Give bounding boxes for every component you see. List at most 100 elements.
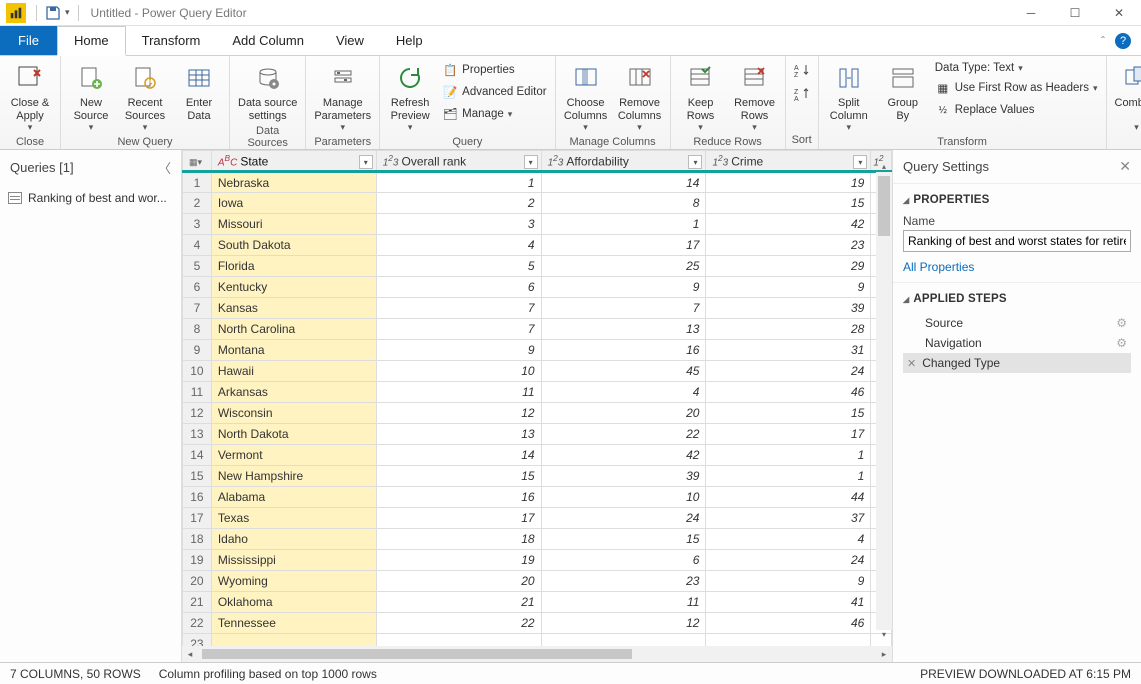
refresh-preview-button[interactable]: Refresh Preview▾: [386, 60, 434, 135]
horizontal-scrollbar[interactable]: ◂ ▸: [182, 646, 892, 662]
row-index[interactable]: 16: [183, 487, 212, 508]
cell-crime[interactable]: 24: [706, 361, 871, 382]
cell-overall-rank[interactable]: 10: [376, 361, 541, 382]
new-source-button[interactable]: New Source▾: [67, 60, 115, 135]
vertical-scrollbar[interactable]: ▴ ▾: [876, 172, 892, 630]
cell-state[interactable]: Idaho: [211, 529, 376, 550]
table-row[interactable]: 12 Wisconsin 12 20 15: [183, 403, 892, 424]
row-index[interactable]: 18: [183, 529, 212, 550]
row-index[interactable]: 19: [183, 550, 212, 571]
cell-affordability[interactable]: 1: [541, 214, 706, 235]
cell-overall-rank[interactable]: 4: [376, 235, 541, 256]
cell-crime[interactable]: 31: [706, 340, 871, 361]
cell-crime[interactable]: 9: [706, 571, 871, 592]
scroll-right-icon[interactable]: ▸: [876, 649, 892, 660]
replace-values-button[interactable]: ½Replace Values: [933, 100, 1100, 120]
column-filter-icon[interactable]: ▾: [853, 155, 867, 169]
manage-parameters-button[interactable]: Manage Parameters▾: [312, 60, 373, 135]
scroll-down-icon[interactable]: ▾: [876, 630, 892, 640]
cell-state[interactable]: Wisconsin: [211, 403, 376, 424]
cell-crime[interactable]: 46: [706, 382, 871, 403]
qat-dropdown-icon[interactable]: ▾: [65, 7, 70, 18]
column-header-crime[interactable]: 123Crime▾: [706, 151, 871, 172]
cell-state[interactable]: Texas: [211, 508, 376, 529]
cell-affordability[interactable]: 24: [541, 508, 706, 529]
table-row[interactable]: 15 New Hampshire 15 39 1: [183, 466, 892, 487]
cell-overall-rank[interactable]: 11: [376, 382, 541, 403]
table-row[interactable]: 19 Mississippi 19 6 24: [183, 550, 892, 571]
table-row[interactable]: 18 Idaho 18 15 4: [183, 529, 892, 550]
row-index[interactable]: 22: [183, 613, 212, 634]
menu-file[interactable]: File: [0, 26, 57, 55]
row-index[interactable]: 10: [183, 361, 212, 382]
cell-overall-rank[interactable]: 6: [376, 277, 541, 298]
menu-view[interactable]: View: [320, 26, 380, 55]
sort-desc-button[interactable]: ZA: [792, 84, 812, 104]
cell-overall-rank[interactable]: 9: [376, 340, 541, 361]
row-index[interactable]: 8: [183, 319, 212, 340]
hscroll-thumb[interactable]: [202, 649, 632, 659]
table-row[interactable]: 17 Texas 17 24 37: [183, 508, 892, 529]
cell-state[interactable]: Iowa: [211, 193, 376, 214]
cell-state[interactable]: South Dakota: [211, 235, 376, 256]
cell-overall-rank[interactable]: 15: [376, 466, 541, 487]
cell-state[interactable]: Nebraska: [211, 172, 376, 193]
cell-crime[interactable]: 4: [706, 529, 871, 550]
table-row[interactable]: 6 Kentucky 6 9 9: [183, 277, 892, 298]
cell-state[interactable]: Wyoming: [211, 571, 376, 592]
cell-state[interactable]: Kentucky: [211, 277, 376, 298]
row-index[interactable]: 1: [183, 172, 212, 193]
row-index[interactable]: 13: [183, 424, 212, 445]
delete-step-icon[interactable]: ✕: [907, 357, 916, 370]
cell-affordability[interactable]: 20: [541, 403, 706, 424]
cell-overall-rank[interactable]: 22: [376, 613, 541, 634]
cell-affordability[interactable]: 13: [541, 319, 706, 340]
table-row[interactable]: 22 Tennessee 22 12 46: [183, 613, 892, 634]
table-row[interactable]: 7 Kansas 7 7 39: [183, 298, 892, 319]
cell-overall-rank[interactable]: 12: [376, 403, 541, 424]
table-row[interactable]: 16 Alabama 16 10 44: [183, 487, 892, 508]
row-index[interactable]: 3: [183, 214, 212, 235]
row-index[interactable]: 20: [183, 571, 212, 592]
collapse-queries-icon[interactable]: 〈: [158, 158, 171, 177]
scroll-up-icon[interactable]: ▴: [876, 162, 892, 172]
cell-affordability[interactable]: 15: [541, 529, 706, 550]
step-navigation[interactable]: Navigation⚙: [903, 333, 1131, 353]
row-index[interactable]: 12: [183, 403, 212, 424]
gear-icon[interactable]: ⚙: [1116, 336, 1127, 350]
cell-crime[interactable]: 15: [706, 193, 871, 214]
cell-crime[interactable]: 41: [706, 592, 871, 613]
table-row[interactable]: 3 Missouri 3 1 42: [183, 214, 892, 235]
cell-state[interactable]: Missouri: [211, 214, 376, 235]
row-index[interactable]: 5: [183, 256, 212, 277]
applied-steps-header[interactable]: APPLIED STEPS: [903, 289, 1131, 309]
cell-state[interactable]: North Carolina: [211, 319, 376, 340]
cell-overall-rank[interactable]: 21: [376, 592, 541, 613]
properties-section-header[interactable]: PROPERTIES: [903, 190, 1131, 210]
menu-add-column[interactable]: Add Column: [216, 26, 320, 55]
row-index[interactable]: 7: [183, 298, 212, 319]
cell-overall-rank[interactable]: 2: [376, 193, 541, 214]
cell-affordability[interactable]: 10: [541, 487, 706, 508]
row-index[interactable]: 9: [183, 340, 212, 361]
column-header-affordability[interactable]: 123Affordability▾: [541, 151, 706, 172]
cell-affordability[interactable]: 23: [541, 571, 706, 592]
close-window-button[interactable]: ✕: [1097, 0, 1141, 26]
cell-crime[interactable]: 37: [706, 508, 871, 529]
collapse-ribbon-icon[interactable]: ˆ: [1101, 34, 1105, 48]
column-filter-icon[interactable]: ▾: [688, 155, 702, 169]
cell-affordability[interactable]: 12: [541, 613, 706, 634]
cell-state[interactable]: Florida: [211, 256, 376, 277]
cell-state[interactable]: North Dakota: [211, 424, 376, 445]
row-index[interactable]: 2: [183, 193, 212, 214]
keep-rows-button[interactable]: Keep Rows▾: [677, 60, 725, 135]
save-icon[interactable]: [45, 5, 61, 21]
cell-crime[interactable]: 17: [706, 424, 871, 445]
table-row[interactable]: 11 Arkansas 11 4 46: [183, 382, 892, 403]
cell-crime[interactable]: 1: [706, 445, 871, 466]
scroll-left-icon[interactable]: ◂: [182, 649, 198, 660]
query-name-input[interactable]: [903, 230, 1131, 252]
row-index-header[interactable]: ▦▾: [183, 151, 212, 172]
sort-asc-button[interactable]: AZ: [792, 60, 812, 80]
row-index[interactable]: 4: [183, 235, 212, 256]
